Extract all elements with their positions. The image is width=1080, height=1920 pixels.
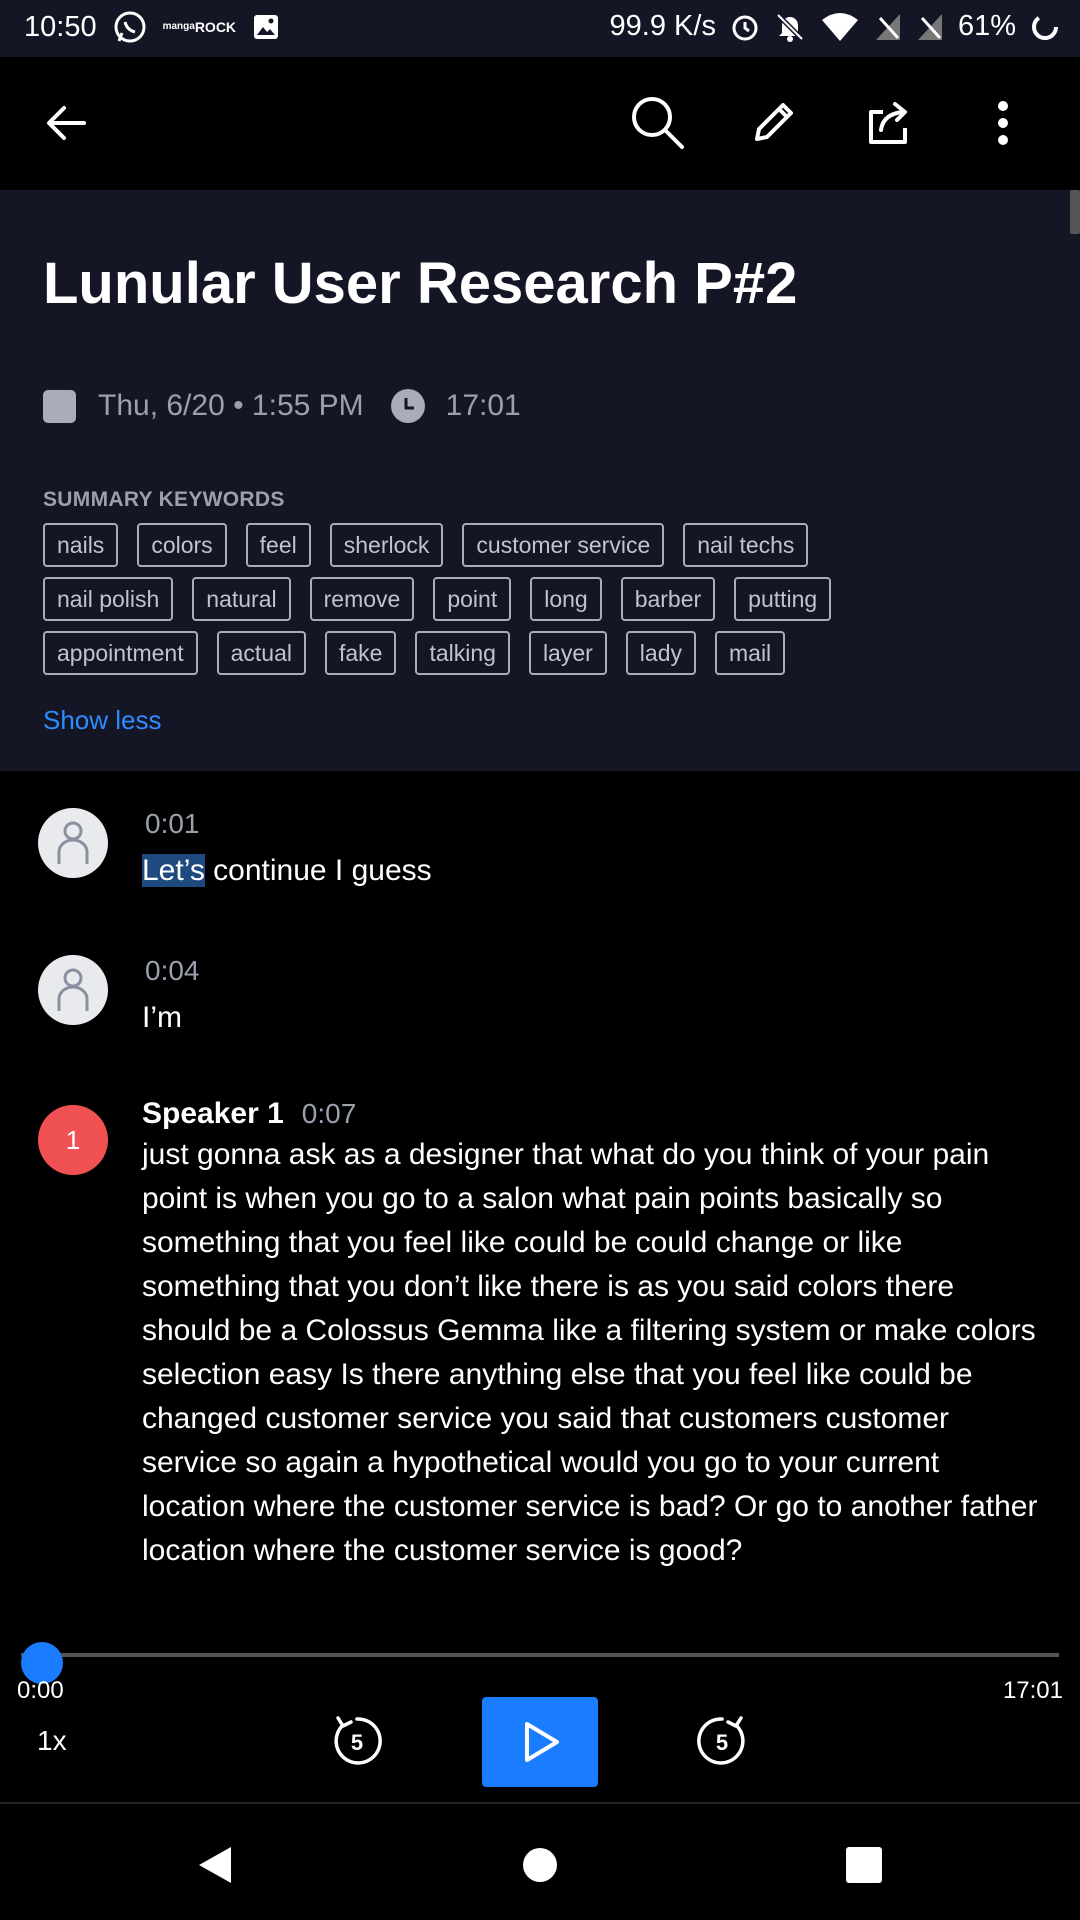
battery-icon	[1030, 12, 1060, 42]
speaker-header: Speaker 1 0:07	[142, 1097, 356, 1131]
status-time: 10:50	[24, 10, 97, 43]
keyword-chip[interactable]: sherlock	[329, 523, 444, 567]
transcript-text[interactable]: Let’s continue I guess	[142, 854, 432, 888]
scrollbar-thumb[interactable]	[1070, 190, 1080, 234]
keyword-chip[interactable]: putting	[734, 577, 832, 621]
image-icon	[252, 13, 280, 41]
network-speed: 99.9 K/s	[609, 10, 716, 42]
timestamp[interactable]: 0:04	[145, 955, 200, 987]
keyword-chip[interactable]: layer	[528, 631, 607, 675]
share-button[interactable]	[855, 90, 921, 156]
audio-player: 0:00 17:01 1x 5 5	[0, 1642, 1080, 1805]
current-time: 0:00	[17, 1677, 64, 1704]
keywords-label: SUMMARY KEYWORDS	[43, 488, 285, 511]
note-meta: Thu, 6/20 • 1:55 PM 17:01	[43, 388, 521, 424]
note-duration: 17:01	[445, 389, 521, 422]
manga-rock-icon: manga ROCK	[162, 19, 237, 35]
search-button[interactable]	[625, 90, 691, 156]
keyword-chip[interactable]: fake	[324, 631, 397, 675]
keyword-chip[interactable]: long	[530, 577, 602, 621]
battery-percent: 61%	[957, 10, 1016, 42]
play-icon	[525, 1722, 559, 1762]
keyword-chip[interactable]: nail techs	[683, 523, 809, 567]
no-sim-icon	[874, 12, 902, 42]
keyword-chip[interactable]: colors	[137, 523, 227, 567]
wifi-icon	[820, 12, 860, 42]
status-bar: 10:50 manga ROCK 99.9 K/s 61%	[0, 0, 1080, 57]
keyword-chip[interactable]: remove	[309, 577, 415, 621]
show-less-link[interactable]: Show less	[43, 705, 162, 736]
nav-recents-icon[interactable]	[845, 1843, 883, 1887]
keyword-list: nails colors feel sherlock customer serv…	[43, 523, 1043, 685]
keyword-chip[interactable]: talking	[415, 631, 510, 675]
playback-speed-button[interactable]: 1x	[37, 1725, 67, 1757]
timestamp[interactable]: 0:07	[302, 1098, 357, 1130]
keyword-chip[interactable]: feel	[245, 523, 311, 567]
more-options-button[interactable]	[970, 90, 1036, 156]
keyword-chip[interactable]: lady	[625, 631, 696, 675]
keyword-chip[interactable]: appointment	[43, 631, 198, 675]
keyword-chip[interactable]: mail	[715, 631, 786, 675]
divider	[0, 1802, 1080, 1804]
progress-track[interactable]	[21, 1642, 1059, 1684]
rewind-seconds: 5	[351, 1730, 363, 1755]
play-button[interactable]	[482, 1697, 598, 1787]
manga-rock-top-text: manga	[162, 21, 195, 32]
keyword-chip[interactable]: point	[433, 577, 512, 621]
person-icon	[57, 968, 89, 1011]
keyword-chip[interactable]: nail polish	[43, 577, 174, 621]
timestamp[interactable]: 0:01	[145, 808, 200, 840]
keyword-row: nails colors feel sherlock customer serv…	[43, 523, 1043, 567]
keyword-chip[interactable]: nails	[43, 523, 119, 567]
share-icon	[869, 102, 907, 144]
app-bar	[0, 57, 1080, 190]
alarm-icon	[730, 12, 760, 42]
no-sim-icon	[916, 12, 944, 42]
transcript-text[interactable]: just gonna ask as a designer that what d…	[142, 1133, 1047, 1573]
rewind-5-icon[interactable]: 5	[329, 1713, 385, 1769]
edit-pencil-icon	[755, 103, 793, 141]
clock-icon	[390, 389, 425, 423]
nav-back-icon[interactable]	[193, 1843, 237, 1887]
forward-seconds: 5	[716, 1730, 728, 1755]
keyword-chip[interactable]: natural	[192, 577, 291, 621]
edit-button[interactable]	[740, 90, 806, 156]
more-vert-icon	[998, 101, 1008, 145]
keyword-row: appointment actual fake talking layer la…	[43, 631, 1043, 675]
nav-home-icon[interactable]	[522, 1843, 558, 1887]
note-header: Lunular User Research P#2 Thu, 6/20 • 1:…	[0, 190, 1080, 771]
back-arrow-icon	[47, 106, 86, 140]
whatsapp-icon	[113, 10, 147, 44]
calendar-icon	[43, 389, 76, 423]
speaker-badge[interactable]: 1	[38, 1105, 108, 1175]
highlighted-word[interactable]: Let’s	[142, 854, 205, 887]
back-button[interactable]	[33, 90, 99, 156]
note-title: Lunular User Research P#2	[43, 251, 798, 316]
avatar[interactable]	[38, 808, 108, 878]
transcript-text[interactable]: I’m	[142, 1001, 182, 1035]
bell-off-icon	[774, 11, 806, 43]
keyword-chip[interactable]: actual	[216, 631, 306, 675]
keyword-chip[interactable]: customer service	[462, 523, 665, 567]
keyword-chip[interactable]: barber	[620, 577, 716, 621]
manga-rock-bottom-text: ROCK	[194, 19, 237, 35]
forward-5-icon[interactable]: 5	[694, 1713, 750, 1769]
search-icon	[632, 97, 684, 149]
transcript-text-rest: continue I guess	[204, 854, 432, 887]
person-icon	[57, 821, 89, 864]
keyword-row: nail polish natural remove point long ba…	[43, 577, 1043, 621]
speaker-name[interactable]: Speaker 1	[142, 1097, 284, 1131]
total-time: 17:01	[1002, 1677, 1063, 1704]
navigation-bar	[0, 1806, 1080, 1920]
avatar[interactable]	[38, 955, 108, 1025]
note-date: Thu, 6/20 • 1:55 PM	[98, 389, 364, 422]
